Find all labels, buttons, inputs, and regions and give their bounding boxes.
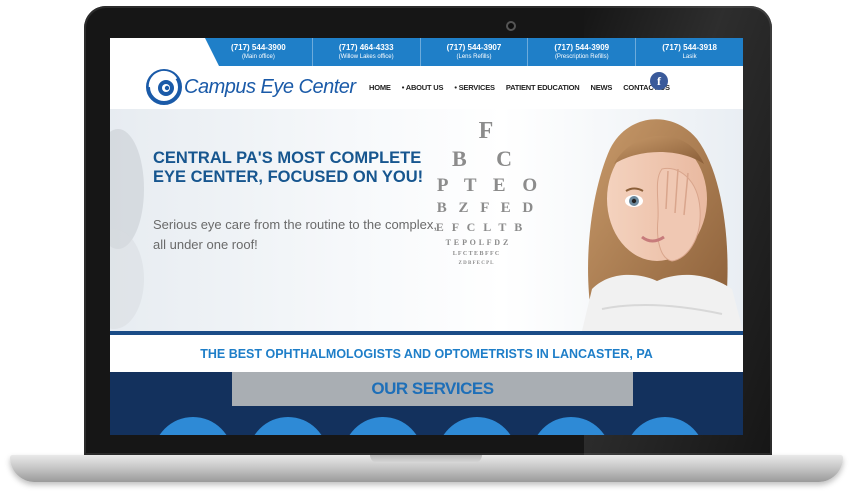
phone-label: (Prescription Refills) <box>554 54 609 60</box>
hero-banner: CENTRAL PA'S MOST COMPLETE EYE CENTER, F… <box>110 109 743 331</box>
service-circle[interactable] <box>153 417 233 435</box>
phone-label: (Willow Lakes office) <box>338 54 394 60</box>
hero-title: CENTRAL PA'S MOST COMPLETE EYE CENTER, F… <box>153 149 424 186</box>
main-nav: HOME • ABOUT US • SERVICES PATIENT EDUCA… <box>369 83 670 92</box>
eye-logo-icon <box>146 69 182 105</box>
service-circle[interactable] <box>625 417 705 435</box>
services-title: OUR SERVICES <box>232 372 633 406</box>
phone-number: (717) 464-4333 <box>338 43 394 52</box>
phone-main-office[interactable]: (717) 544-3900 (Main office) <box>205 38 313 66</box>
phone-label: (Main office) <box>241 54 275 60</box>
nav-about-us[interactable]: • ABOUT US <box>402 83 444 92</box>
nav-home[interactable]: HOME <box>369 83 391 92</box>
laptop-notch <box>370 455 482 463</box>
logo-text: Campus Eye Center <box>184 75 356 98</box>
tagline-banner: THE BEST OPHTHALMOLOGISTS AND OPTOMETRIS… <box>110 335 743 372</box>
phone-number: (717) 544-3907 <box>446 43 502 52</box>
site-header: Campus Eye Center HOME • ABOUT US • SERV… <box>110 66 743 109</box>
phone-lens-refills[interactable]: (717) 544-3907 (Lens Refills) <box>421 38 529 66</box>
service-circle[interactable] <box>531 417 611 435</box>
facebook-icon[interactable]: f <box>650 72 668 90</box>
phone-lasik[interactable]: (717) 544-3918 Lasik <box>636 38 743 66</box>
phone-prescription-refills[interactable]: (717) 544-3909 (Prescription Refills) <box>528 38 637 66</box>
phone-label: (Lens Refills) <box>456 54 492 60</box>
nav-services[interactable]: • SERVICES <box>454 83 495 92</box>
services-section: OUR SERVICES <box>110 372 743 435</box>
browser-screen: (717) 544-3900 (Main office) (717) 464-4… <box>110 38 743 435</box>
phone-number: (717) 544-3900 <box>231 43 286 52</box>
service-circle[interactable] <box>248 417 328 435</box>
service-circle[interactable] <box>437 417 517 435</box>
webcam-icon <box>506 21 516 31</box>
site-logo[interactable]: Campus Eye Center <box>146 69 356 105</box>
hero-subtitle: Serious eye care from the routine to the… <box>153 217 437 252</box>
nav-patient-education[interactable]: PATIENT EDUCATION <box>506 83 580 92</box>
service-circle[interactable] <box>343 417 423 435</box>
girl-covering-eye-photo <box>582 119 743 331</box>
nav-news[interactable]: NEWS <box>591 83 613 92</box>
phone-number: (717) 544-3909 <box>554 43 610 52</box>
phone-willow-lakes[interactable]: (717) 464-4333 (Willow Lakes office) <box>313 38 421 66</box>
background-portrait <box>110 129 144 329</box>
phone-number: (717) 544-3918 <box>662 43 717 52</box>
phone-label: Lasik <box>682 54 697 60</box>
phone-bar: (717) 544-3900 (Main office) (717) 464-4… <box>205 38 743 66</box>
